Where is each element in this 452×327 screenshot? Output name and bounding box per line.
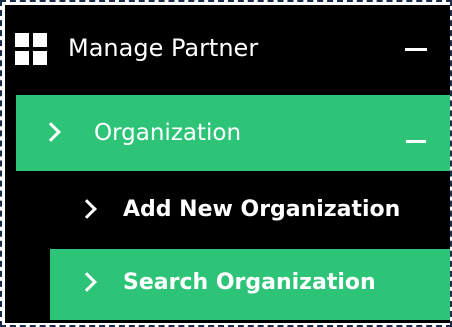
grid-icon xyxy=(15,33,47,65)
grid-icon-cell xyxy=(15,33,29,47)
chevron-right-icon xyxy=(77,199,97,219)
grid-icon-cell xyxy=(33,33,47,47)
submenu-item-search-organization[interactable]: Search Organization xyxy=(50,249,450,320)
submenu-item-search-organization-label: Search Organization xyxy=(123,270,376,295)
collapse-minus-icon[interactable] xyxy=(405,48,427,51)
menu-item-organization[interactable]: Organization xyxy=(16,95,450,171)
menu-item-manage-partner[interactable]: Manage Partner xyxy=(5,5,450,92)
submenu-item-add-new-organization-label: Add New Organization xyxy=(123,197,401,222)
grid-icon-cell xyxy=(15,51,29,65)
submenu-item-add-new-organization[interactable]: Add New Organization xyxy=(50,171,450,249)
collapse-minus-icon[interactable] xyxy=(406,140,426,143)
chevron-right-icon xyxy=(77,272,97,292)
screenshot-frame: Manage Partner Organization Add New Orga… xyxy=(0,0,452,327)
menu-item-manage-partner-label: Manage Partner xyxy=(68,34,259,62)
chevron-right-icon xyxy=(41,122,61,142)
sidebar-menu: Manage Partner Organization Add New Orga… xyxy=(5,5,450,323)
menu-item-organization-label: Organization xyxy=(94,120,242,146)
grid-icon-cell xyxy=(33,51,47,65)
